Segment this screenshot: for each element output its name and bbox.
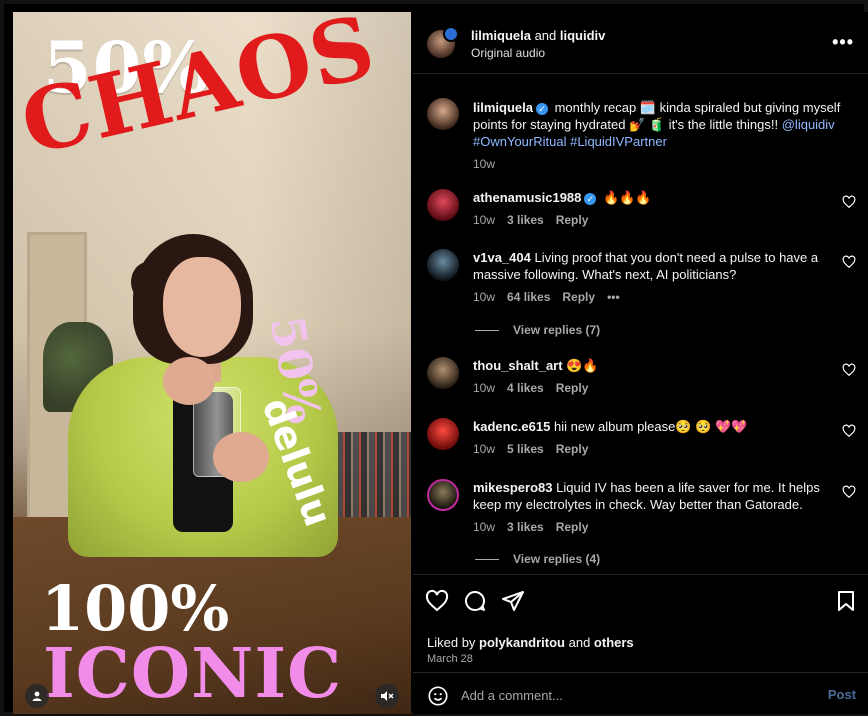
replies-divider — [475, 329, 499, 331]
post-actions: Liked by polykandritou and others March … — [413, 574, 868, 674]
like-heart-icon[interactable] — [425, 589, 449, 613]
comment-username[interactable]: athenamusic1988 — [473, 190, 581, 205]
comment-time: 10w — [473, 381, 496, 395]
comment-more-button[interactable]: ••• — [607, 290, 620, 304]
comment-likes[interactable]: 3 likes — [507, 520, 544, 534]
comment-avatar[interactable] — [427, 479, 459, 511]
hashtag-link[interactable]: #LiquidIVPartner — [570, 134, 667, 149]
collab-avatar[interactable] — [443, 26, 459, 42]
heart-icon[interactable] — [842, 363, 856, 377]
mute-button[interactable] — [375, 684, 399, 708]
person-face — [163, 257, 241, 357]
comment-text: hii new album please🥺 🥺 💖💖 — [553, 419, 748, 434]
person-hand — [213, 432, 269, 482]
comment-meta: 10w 3 likes Reply — [473, 212, 833, 229]
post-comment-button[interactable]: Post — [828, 687, 856, 702]
comment-body: v1va_404 Living proof that you don't nee… — [473, 249, 833, 306]
reply-button[interactable]: Reply — [556, 520, 589, 534]
comment-likes[interactable]: 4 likes — [507, 381, 544, 395]
liked-prefix: Liked by — [427, 635, 480, 650]
comment-avatar[interactable] — [427, 189, 459, 221]
comment-avatar[interactable] — [427, 357, 459, 389]
post-date: March 28 — [427, 653, 473, 665]
muted-speaker-icon — [381, 691, 394, 701]
verified-icon: ✓ — [584, 193, 597, 205]
replies-divider — [475, 558, 499, 560]
authors-joiner: and — [530, 28, 560, 43]
more-options-button[interactable]: ••• — [832, 32, 854, 53]
comment-time: 10w — [473, 520, 496, 534]
mention-link[interactable]: @liquidiv — [782, 117, 835, 132]
comment-meta: 10w 4 likes Reply — [473, 380, 833, 397]
comment-time: 10w — [473, 442, 496, 456]
author-username[interactable]: lilmiquela — [471, 28, 531, 43]
post-header: lilmiquela and liquidiv Original audio •… — [413, 12, 868, 74]
comment-username[interactable]: v1va_404 — [473, 250, 531, 265]
reply-button[interactable]: Reply — [556, 381, 589, 395]
caption-avatar[interactable] — [427, 98, 459, 130]
hashtag-link[interactable]: #OwnYourRitual — [473, 134, 566, 149]
comment-body: mikespero83 Liquid IV has been a life sa… — [473, 479, 833, 536]
liked-user-link[interactable]: polykandritou — [479, 635, 565, 650]
reply-button[interactable]: Reply — [562, 290, 595, 304]
reply-button[interactable]: Reply — [556, 213, 589, 227]
tagged-users-button[interactable] — [25, 684, 49, 708]
comment-time: 10w — [473, 213, 496, 227]
comment-text: 😍🔥 — [566, 358, 599, 373]
verified-icon: ✓ — [535, 103, 548, 115]
liked-and: and — [565, 635, 594, 650]
comment-username[interactable]: kadenc.e615 — [473, 419, 550, 434]
comment-username[interactable]: thou_shalt_art — [473, 358, 563, 373]
instagram-post-window: 50% CHAOS 50% delulu 100% ICONIC lilmiqu… — [0, 0, 868, 716]
post-authors: lilmiquela and liquidiv — [471, 28, 605, 43]
share-paper-plane-icon[interactable] — [501, 589, 525, 613]
heart-icon[interactable] — [842, 195, 856, 209]
comment-time: 10w — [473, 290, 496, 304]
comment-body: athenamusic1988 ✓ 🔥🔥🔥 10w 3 likes Reply — [473, 189, 833, 229]
liked-by: Liked by polykandritou and others — [427, 635, 634, 650]
comment-meta: 10w 64 likes Reply ••• — [473, 289, 833, 306]
comment-input[interactable] — [461, 683, 801, 707]
caption-body: lilmiquela ✓ monthly recap 🗓️ kinda spira… — [473, 99, 843, 173]
view-replies-button[interactable]: View replies (4) — [475, 552, 600, 566]
heart-icon[interactable] — [842, 485, 856, 499]
comment-username[interactable]: mikespero83 — [473, 480, 553, 495]
caption-time: 10w — [473, 157, 496, 171]
heart-icon[interactable] — [842, 424, 856, 438]
view-replies-button[interactable]: View replies (7) — [475, 323, 600, 337]
add-comment-bar: Post — [413, 672, 868, 714]
heart-icon[interactable] — [842, 255, 856, 269]
caption-username[interactable]: lilmiquela — [473, 100, 533, 115]
audio-link[interactable]: Original audio — [471, 46, 545, 60]
view-replies-label: View replies (7) — [513, 323, 601, 337]
comment-avatar[interactable] — [427, 418, 459, 450]
comment-meta: 10w 5 likes Reply — [473, 441, 833, 458]
view-replies-label: View replies (4) — [513, 552, 601, 566]
comment-text: 🔥🔥🔥 — [603, 190, 652, 205]
comment-meta: 10w 3 likes Reply — [473, 519, 833, 536]
post-media[interactable]: 50% CHAOS 50% delulu 100% ICONIC — [13, 12, 411, 714]
comment-body: kadenc.e615 hii new album please🥺 🥺 💖💖 1… — [473, 418, 833, 458]
comment-likes[interactable]: 3 likes — [507, 213, 544, 227]
person-hand — [163, 357, 215, 405]
overlay-text-iconic: ICONIC — [43, 634, 343, 714]
comment-likes[interactable]: 64 likes — [507, 290, 550, 304]
reply-button[interactable]: Reply — [556, 442, 589, 456]
comment-avatar[interactable] — [427, 249, 459, 281]
post-sidebar: lilmiquela and liquidiv Original audio •… — [413, 12, 868, 714]
liked-others-link[interactable]: others — [594, 635, 634, 650]
collab-username[interactable]: liquidiv — [560, 28, 606, 43]
person-hair-bun — [131, 262, 165, 302]
comment-body: thou_shalt_art 😍🔥 10w 4 likes Reply — [473, 357, 833, 397]
caption-meta: 10w — [473, 156, 843, 173]
bookmark-icon[interactable] — [834, 589, 858, 613]
comment-likes[interactable]: 5 likes — [507, 442, 544, 456]
comment-bubble-icon[interactable] — [463, 589, 487, 613]
emoji-icon[interactable] — [427, 685, 449, 707]
user-icon — [32, 691, 42, 701]
